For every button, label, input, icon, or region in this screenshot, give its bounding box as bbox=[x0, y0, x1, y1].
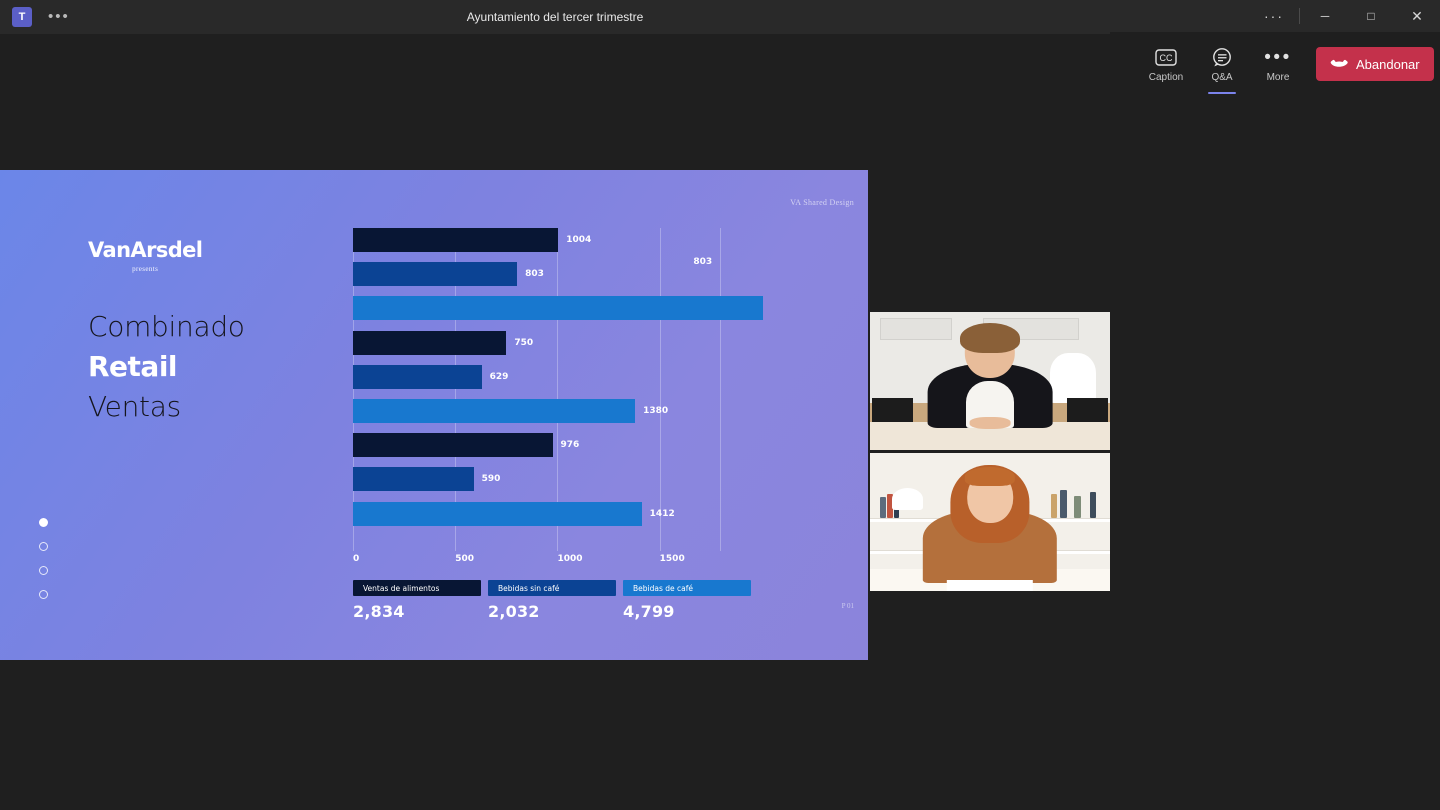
qa-label: Q&A bbox=[1211, 72, 1233, 83]
chart-bar-value-label: 629 bbox=[489, 371, 509, 382]
chart-x-axis: 0 500 1000 1500 bbox=[353, 554, 721, 568]
teams-logo-icon: T bbox=[12, 7, 36, 27]
call-control-toolbar: CC Caption Q&A ••• More Abandonar bbox=[1110, 32, 1440, 96]
chart-bar bbox=[353, 399, 636, 423]
chart-bar bbox=[353, 296, 764, 321]
chart-x-tick-3: 1500 bbox=[659, 554, 685, 564]
chart-bar bbox=[353, 262, 518, 287]
chart-series-total: 2,032 bbox=[488, 602, 540, 621]
qa-chat-icon bbox=[1211, 45, 1233, 69]
qa-button[interactable]: Q&A bbox=[1194, 36, 1250, 94]
more-button[interactable]: ••• More bbox=[1250, 36, 1306, 92]
chart-bar-row: 750 bbox=[353, 330, 721, 355]
chart-bar-row: 803 bbox=[353, 257, 764, 321]
qa-active-indicator bbox=[1208, 91, 1236, 94]
chart-bar-row: 976 bbox=[353, 433, 721, 458]
chart-bar-row: 629 bbox=[353, 364, 721, 389]
chart-bar bbox=[353, 228, 559, 252]
right-column: ··· ─ □ ✕ CC Caption Q&A ••• More Abando… bbox=[1110, 0, 1440, 810]
chart-bar-value-label: 1380 bbox=[643, 406, 669, 416]
chart-x-tick-1: 500 bbox=[455, 554, 475, 564]
chart-bar-row: 590 bbox=[353, 467, 721, 492]
participant-video-2 bbox=[870, 453, 1110, 591]
chart-bar bbox=[353, 501, 642, 526]
chart-bar-row: 1004 bbox=[353, 228, 721, 252]
chart-bar bbox=[353, 467, 474, 492]
chart-legend-item: Bebidas sin café 2,032 bbox=[488, 580, 616, 621]
chart-bar bbox=[353, 364, 482, 389]
slide-nav-dot-1[interactable] bbox=[39, 518, 48, 527]
svg-text:CC: CC bbox=[1160, 53, 1173, 63]
slide-nav-dot-3[interactable] bbox=[39, 566, 48, 575]
slide-brandmark: VA Shared Design bbox=[790, 198, 854, 207]
chart-bar bbox=[353, 433, 553, 458]
chart-bar-row: 803 bbox=[353, 262, 721, 287]
slide-heading-line-1: Combinado bbox=[88, 310, 245, 343]
logo-subtitle: presents bbox=[132, 265, 159, 273]
chart-plot-area: 1004 803 803 750 629 1380 976 590 1412 bbox=[353, 228, 764, 551]
chart-bar-row: 1380 bbox=[353, 399, 721, 423]
logo-wordmark: VanArsdel bbox=[88, 238, 203, 262]
closed-caption-icon: CC bbox=[1155, 45, 1177, 69]
chart-bar-value-label: 803 bbox=[693, 257, 713, 268]
chart-legend-label: Bebidas de café bbox=[623, 580, 751, 596]
bar-chart: 1004 803 803 750 629 1380 976 590 1412 0 500 1000 1… bbox=[353, 228, 853, 621]
chart-bar-value-label: 1004 bbox=[566, 235, 592, 245]
minimize-button[interactable]: ─ bbox=[1302, 0, 1348, 32]
slide-heading-line-2: Retail bbox=[88, 350, 178, 383]
slide-heading-line-3: Ventas bbox=[88, 390, 181, 423]
titlebar-overflow-icon[interactable]: ••• bbox=[48, 9, 70, 24]
chart-legend-item: Ventas de alimentos 2,834 bbox=[353, 580, 481, 621]
caption-button[interactable]: CC Caption bbox=[1138, 36, 1194, 92]
more-label: More bbox=[1266, 72, 1290, 83]
leave-call-button[interactable]: Abandonar bbox=[1316, 47, 1434, 81]
window-controls: ··· ─ □ ✕ bbox=[1110, 0, 1440, 32]
slide-nav-dot-2[interactable] bbox=[39, 542, 48, 551]
chart-bar-value-label: 1412 bbox=[649, 508, 675, 519]
participant-tile-1[interactable] bbox=[870, 312, 1110, 450]
chart-x-tick-2: 1000 bbox=[557, 554, 583, 564]
participant-tile-2[interactable] bbox=[870, 453, 1110, 591]
chart-x-tick-0: 0 bbox=[353, 554, 360, 564]
chart-bar bbox=[353, 330, 507, 355]
chart-bar-value-label: 803 bbox=[525, 269, 544, 280]
slide-nav-dots[interactable] bbox=[39, 518, 48, 614]
ellipsis-icon: ••• bbox=[1264, 46, 1292, 68]
vanarsdel-logo: VanArsdel presents bbox=[88, 238, 203, 273]
window-more-button[interactable]: ··· bbox=[1251, 0, 1297, 32]
close-button[interactable]: ✕ bbox=[1394, 0, 1440, 32]
chart-legend-item: Bebidas de café 4,799 bbox=[623, 580, 751, 621]
controls-divider bbox=[1299, 8, 1300, 24]
chart-series-total: 4,799 bbox=[623, 602, 675, 621]
slide-nav-dot-4[interactable] bbox=[39, 590, 48, 599]
caption-label: Caption bbox=[1148, 72, 1184, 83]
window-titlebar: T ••• bbox=[0, 0, 1110, 34]
chart-bar-value-label: 750 bbox=[514, 337, 534, 348]
chart-bar-row: 1412 bbox=[353, 501, 721, 526]
shared-content-stage: VA Shared Design P 01 VanArsdel presents… bbox=[0, 34, 1110, 810]
maximize-button[interactable]: □ bbox=[1348, 0, 1394, 32]
slide-heading: Combinado Retail Ventas bbox=[88, 307, 245, 427]
hangup-phone-icon bbox=[1330, 57, 1348, 72]
leave-label: Abandonar bbox=[1356, 56, 1420, 72]
chart-series-total: 2,834 bbox=[353, 602, 405, 621]
teams-meeting-window: T ••• Ayuntamiento del tercer trimestre … bbox=[0, 0, 1440, 810]
participant-video-1 bbox=[870, 312, 1110, 450]
chart-bar-value-label: 590 bbox=[481, 474, 501, 485]
presentation-slide[interactable]: VA Shared Design P 01 VanArsdel presents… bbox=[0, 170, 868, 660]
chart-legend-label: Ventas de alimentos bbox=[353, 580, 481, 596]
meeting-stage-area: T ••• Ayuntamiento del tercer trimestre … bbox=[0, 0, 1110, 810]
chart-bar-value-label: 976 bbox=[560, 440, 580, 451]
chart-legend-label: Bebidas sin café bbox=[488, 580, 616, 596]
